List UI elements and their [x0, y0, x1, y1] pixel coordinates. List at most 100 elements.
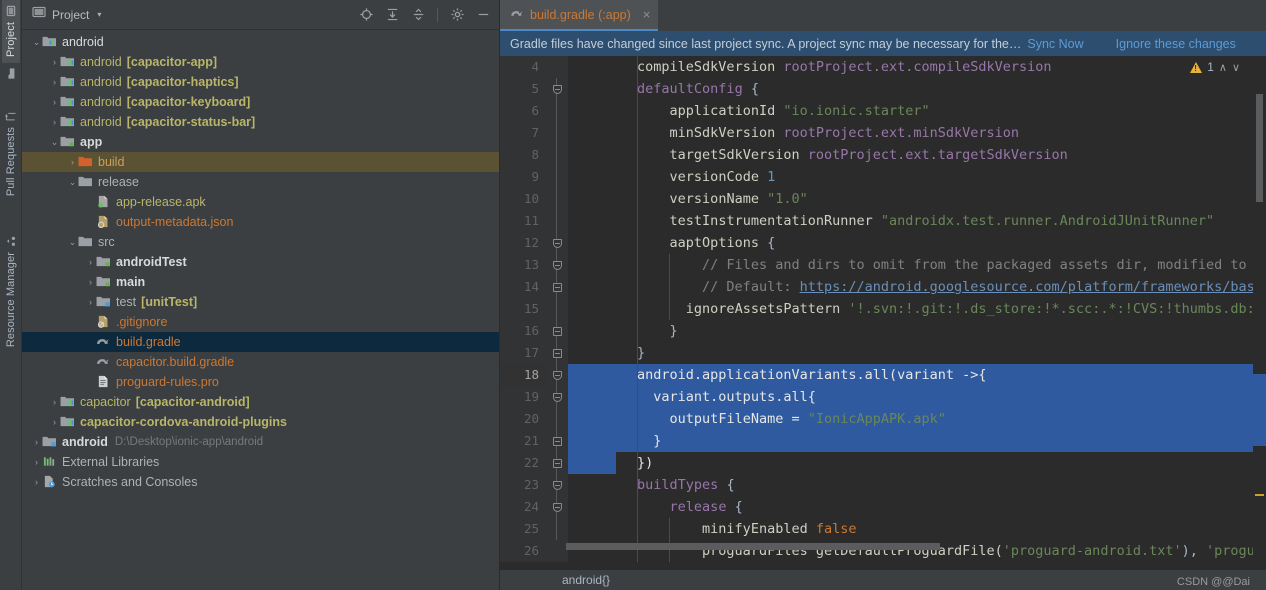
chevron-down-icon[interactable]: ⌄: [49, 137, 60, 148]
chevron-right-icon[interactable]: ›: [49, 57, 60, 67]
code-line[interactable]: 6 applicationId "io.ionic.starter": [500, 100, 1266, 122]
chevron-right-icon[interactable]: ›: [49, 97, 60, 107]
code-line[interactable]: 25 minifyEnabled false: [500, 518, 1266, 540]
tree-row[interactable]: proguard-rules.pro: [22, 372, 499, 392]
fold-gutter[interactable]: [546, 166, 568, 188]
code-text[interactable]: versionName "1.0": [568, 188, 1266, 210]
chevron-right-icon[interactable]: ›: [31, 457, 42, 467]
tree-row[interactable]: ›capacitor[capacitor-android]: [22, 392, 499, 412]
editor-tab-build-gradle[interactable]: build.gradle (:app) ×: [500, 0, 658, 31]
fold-gutter[interactable]: [546, 56, 568, 78]
fold-marker-icon[interactable]: [553, 239, 562, 248]
code-line[interactable]: 22 }): [500, 452, 1266, 474]
fold-marker-icon[interactable]: [553, 283, 562, 292]
collapse-all-icon[interactable]: [408, 5, 428, 25]
fold-marker-icon[interactable]: [553, 437, 562, 446]
fold-gutter[interactable]: [546, 452, 568, 474]
fold-gutter[interactable]: [546, 188, 568, 210]
chevron-right-icon[interactable]: ›: [85, 277, 96, 287]
chevron-right-icon[interactable]: ›: [49, 117, 60, 127]
tree-row[interactable]: ⌄app: [22, 132, 499, 152]
code-text[interactable]: compileSdkVersion rootProject.ext.compil…: [568, 56, 1266, 78]
select-opened-file-icon[interactable]: [356, 5, 376, 25]
close-icon[interactable]: ×: [643, 7, 651, 22]
fold-gutter[interactable]: [546, 518, 568, 540]
fold-gutter[interactable]: [546, 232, 568, 254]
sync-now-link[interactable]: Sync Now: [1027, 37, 1083, 51]
code-text[interactable]: versionCode 1: [568, 166, 1266, 188]
tree-row[interactable]: ›External Libraries: [22, 452, 499, 472]
fold-marker-icon[interactable]: [553, 371, 562, 380]
code-text[interactable]: android.applicationVariants.all(variant …: [568, 364, 1266, 386]
code-line[interactable]: 13 // Files and dirs to omit from the pa…: [500, 254, 1266, 276]
fold-gutter[interactable]: [546, 364, 568, 386]
tree-row[interactable]: build.gradle: [22, 332, 499, 352]
fold-marker-icon[interactable]: [553, 85, 562, 94]
tree-row[interactable]: ›android[capacitor-haptics]: [22, 72, 499, 92]
chevron-right-icon[interactable]: ›: [49, 77, 60, 87]
tree-row[interactable]: ›test[unitTest]: [22, 292, 499, 312]
chevron-right-icon[interactable]: ›: [85, 257, 96, 267]
inspection-widget[interactable]: 1 ∧ ∨: [1190, 60, 1240, 74]
tree-row[interactable]: ›android[capacitor-app]: [22, 52, 499, 72]
code-text[interactable]: variant.outputs.all{: [568, 386, 1266, 408]
tree-row[interactable]: ›android[capacitor-status-bar]: [22, 112, 499, 132]
code-text[interactable]: minifyEnabled false: [568, 518, 1266, 540]
tree-row[interactable]: ›androidTest: [22, 252, 499, 272]
chevron-right-icon[interactable]: ›: [49, 417, 60, 427]
tree-row[interactable]: ›main: [22, 272, 499, 292]
code-text[interactable]: buildTypes {: [568, 474, 1266, 496]
fold-marker-icon[interactable]: [553, 481, 562, 490]
code-line[interactable]: 19 variant.outputs.all{: [500, 386, 1266, 408]
expand-all-icon[interactable]: [382, 5, 402, 25]
code-line[interactable]: 14 // Default: https://android.googlesou…: [500, 276, 1266, 298]
fold-gutter[interactable]: [546, 78, 568, 100]
code-text[interactable]: // Files and dirs to omit from the packa…: [568, 254, 1266, 276]
fold-marker-icon[interactable]: [553, 349, 562, 358]
tree-row[interactable]: output-metadata.json: [22, 212, 499, 232]
fold-gutter[interactable]: [546, 474, 568, 496]
fold-gutter[interactable]: [546, 254, 568, 276]
fold-marker-icon[interactable]: [553, 503, 562, 512]
code-line[interactable]: 5 defaultConfig {: [500, 78, 1266, 100]
chevron-down-icon[interactable]: ⌄: [67, 177, 78, 188]
tree-row[interactable]: ⌄src: [22, 232, 499, 252]
fold-gutter[interactable]: [546, 122, 568, 144]
warning-marker[interactable]: [1255, 494, 1264, 496]
tree-row[interactable]: ›Scratches and Consoles: [22, 472, 499, 492]
code-text[interactable]: minSdkVersion rootProject.ext.minSdkVers…: [568, 122, 1266, 144]
tool-window-pull-requests[interactable]: Pull Requests: [2, 105, 20, 202]
code-line[interactable]: 17 }: [500, 342, 1266, 364]
editor-vertical-scrollbar[interactable]: [1253, 56, 1266, 570]
tree-row[interactable]: ›android[capacitor-keyboard]: [22, 92, 499, 112]
editor-horizontal-scrollbar[interactable]: [566, 543, 1250, 550]
code-line[interactable]: 24 release {: [500, 496, 1266, 518]
fold-marker-icon[interactable]: [553, 393, 562, 402]
code-text[interactable]: }: [568, 342, 1266, 364]
code-text[interactable]: targetSdkVersion rootProject.ext.targetS…: [568, 144, 1266, 166]
chevron-right-icon[interactable]: ›: [85, 297, 96, 307]
scrollbar-thumb-horizontal[interactable]: [566, 543, 940, 550]
code-text[interactable]: ignoreAssetsPattern '!.svn:!.git:!.ds_st…: [568, 298, 1266, 320]
fold-gutter[interactable]: [546, 408, 568, 430]
code-text[interactable]: // Default: https://android.googlesource…: [568, 276, 1266, 298]
tree-row[interactable]: ›build: [22, 152, 499, 172]
code-line[interactable]: 16 }: [500, 320, 1266, 342]
code-text[interactable]: applicationId "io.ionic.starter": [568, 100, 1266, 122]
chevron-right-icon[interactable]: ›: [49, 397, 60, 407]
fold-gutter[interactable]: [546, 210, 568, 232]
fold-gutter[interactable]: [546, 100, 568, 122]
fold-gutter[interactable]: [546, 386, 568, 408]
code-lines[interactable]: 4 compileSdkVersion rootProject.ext.comp…: [500, 56, 1266, 570]
chevron-right-icon[interactable]: ›: [31, 477, 42, 487]
code-line[interactable]: 12 aaptOptions {: [500, 232, 1266, 254]
code-line[interactable]: 18 android.applicationVariants.all(varia…: [500, 364, 1266, 386]
code-line[interactable]: 20 outputFileName = "IonicAppAPK.apk": [500, 408, 1266, 430]
code-line[interactable]: 21 }: [500, 430, 1266, 452]
tree-row[interactable]: ⌄release: [22, 172, 499, 192]
code-text[interactable]: testInstrumentationRunner "androidx.test…: [568, 210, 1266, 232]
fold-gutter[interactable]: [546, 342, 568, 364]
fold-gutter[interactable]: [546, 430, 568, 452]
fold-marker-icon[interactable]: [553, 327, 562, 336]
chevron-right-icon[interactable]: ›: [67, 157, 78, 167]
